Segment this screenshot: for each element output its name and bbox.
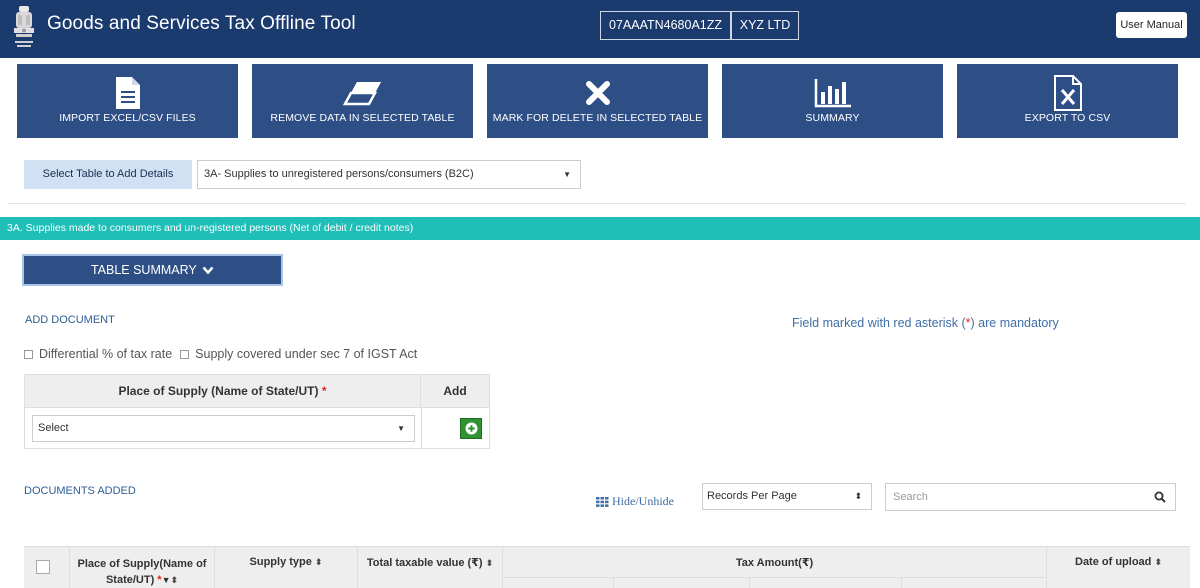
app-title: Goods and Services Tax Offline Tool [47, 13, 356, 34]
igst-sec7-label: Supply covered under sec 7 of IGST Act [195, 347, 418, 361]
export-button-label: EXPORT TO CSV [1024, 112, 1111, 124]
hide-unhide-columns-button[interactable]: Hide/Unhide [596, 494, 674, 509]
mandatory-note-prefix: Field marked with red asterisk ( [792, 316, 966, 330]
gstin-display: 07AAATN4680A1ZZ [600, 11, 731, 40]
select-all-cell [24, 547, 70, 588]
action-toolbar: IMPORT EXCEL/CSV FILES REMOVE DATA IN SE… [0, 58, 1200, 144]
subheader-divider [901, 577, 902, 588]
search-icon [1154, 491, 1166, 503]
place-of-supply-header-label: Place of Supply (Name of State/UT) [118, 384, 319, 398]
place-header-line1: Place of Supply(Name of [77, 558, 207, 570]
column-divider [421, 408, 422, 448]
supply-type-column-header[interactable]: Supply type ⬍ [215, 547, 358, 588]
chevron-down-icon [202, 266, 214, 275]
search-placeholder: Search [893, 491, 928, 503]
mark-for-delete-button[interactable]: MARK FOR DELETE IN SELECTED TABLE [487, 64, 708, 138]
date-upload-header-label: Date of upload [1075, 556, 1152, 568]
sort-icon: ⬍ [485, 558, 494, 568]
tax-amount-header-label: Tax Amount(₹) [735, 557, 814, 569]
documents-table-header: Place of Supply(Name of State/UT) *▼⬍ Su… [24, 546, 1190, 588]
summary-button[interactable]: SUMMARY [722, 64, 943, 138]
checkbox-row: Differential % of tax rate Supply covere… [24, 347, 417, 361]
divider [8, 203, 1186, 204]
eraser-icon [342, 82, 381, 106]
place-header-line2: State/UT) [105, 574, 155, 586]
delete-button-label: MARK FOR DELETE IN SELECTED TABLE [492, 112, 703, 124]
company-name-display: XYZ LTD [731, 11, 799, 40]
sort-icon: ⬍ [314, 557, 323, 567]
tax-amount-column-header: Tax Amount(₹) [503, 547, 1047, 588]
differential-rate-checkbox[interactable] [24, 349, 33, 359]
subheader-divider [749, 577, 750, 588]
mandatory-note-suffix: ) are mandatory [970, 316, 1059, 330]
table-summary-button[interactable]: TABLE SUMMARY [22, 254, 283, 286]
summary-button-label: SUMMARY [805, 112, 860, 124]
add-column-header: Add [443, 384, 467, 398]
taxable-value-header-label: Total taxable value (₹) [366, 557, 483, 569]
place-of-supply-header: Place of Supply (Name of State/UT) * [25, 375, 421, 408]
plus-circle-icon [465, 422, 477, 435]
taxable-value-column-header[interactable]: Total taxable value (₹) ⬍ [358, 547, 503, 588]
import-excel-csv-button[interactable]: IMPORT EXCEL/CSV FILES [17, 64, 238, 138]
bar-chart-icon [814, 79, 851, 108]
sort-icon[interactable]: ⬍ [171, 575, 179, 585]
close-icon [585, 81, 610, 105]
supply-type-header-label: Supply type [249, 556, 312, 568]
user-manual-button[interactable]: User Manual [1116, 12, 1187, 38]
table-select-value: 3A- Supplies to unregistered persons/con… [204, 168, 474, 180]
documents-added-heading: DOCUMENTS ADDED [24, 485, 136, 497]
app-header: Goods and Services Tax Offline Tool 07AA… [0, 0, 1200, 58]
add-document-table: Place of Supply (Name of State/UT) * Add… [24, 374, 490, 449]
export-csv-button[interactable]: EXPORT TO CSV [957, 64, 1178, 138]
national-emblem-icon [14, 6, 34, 47]
section-title-bar: 3A. Supplies made to consumers and un-re… [0, 217, 1200, 240]
dropdown-caret-icon: ▼ [397, 424, 405, 433]
igst-sec7-checkbox[interactable] [180, 349, 190, 359]
add-document-table-header: Place of Supply (Name of State/UT) * Add [25, 375, 489, 408]
excel-file-icon [1053, 75, 1082, 111]
search-input[interactable]: Search [885, 483, 1176, 511]
mandatory-note: Field marked with red asterisk (*) are m… [792, 316, 1059, 330]
table-select-dropdown[interactable]: 3A- Supplies to unregistered persons/con… [197, 160, 581, 189]
add-document-heading: ADD DOCUMENT [25, 314, 115, 326]
records-per-page-select[interactable]: Records Per Page ⬍ [702, 483, 872, 510]
subheader-divider [503, 577, 1047, 578]
grid-icon [596, 496, 609, 507]
place-of-supply-select[interactable]: Select ▼ [32, 415, 415, 442]
select-all-checkbox[interactable] [36, 560, 50, 574]
place-of-supply-column-header[interactable]: Place of Supply(Name of State/UT) *▼⬍ [70, 547, 215, 588]
sort-icon: ⬍ [1154, 557, 1162, 567]
hide-unhide-label: Hide/Unhide [612, 494, 674, 508]
import-button-label: IMPORT EXCEL/CSV FILES [59, 112, 196, 124]
records-per-page-value: Records Per Page [707, 490, 797, 502]
subheader-divider [613, 577, 614, 588]
add-document-button[interactable] [460, 418, 482, 439]
date-of-upload-column-header[interactable]: Date of upload ⬍ [1047, 547, 1190, 588]
place-of-supply-select-value: Select [38, 422, 69, 434]
remove-button-label: REMOVE DATA IN SELECTED TABLE [270, 112, 455, 124]
sort-updown-icon: ⬍ [854, 491, 862, 501]
differential-rate-label: Differential % of tax rate [39, 347, 173, 361]
remove-data-button[interactable]: REMOVE DATA IN SELECTED TABLE [252, 64, 473, 138]
required-asterisk: * [321, 384, 327, 398]
document-icon [115, 77, 140, 109]
filter-icon[interactable]: ▼ [162, 575, 171, 585]
table-summary-label: TABLE SUMMARY [90, 263, 197, 277]
dropdown-caret-icon: ▼ [563, 170, 571, 179]
select-table-label: Select Table to Add Details [24, 160, 192, 189]
